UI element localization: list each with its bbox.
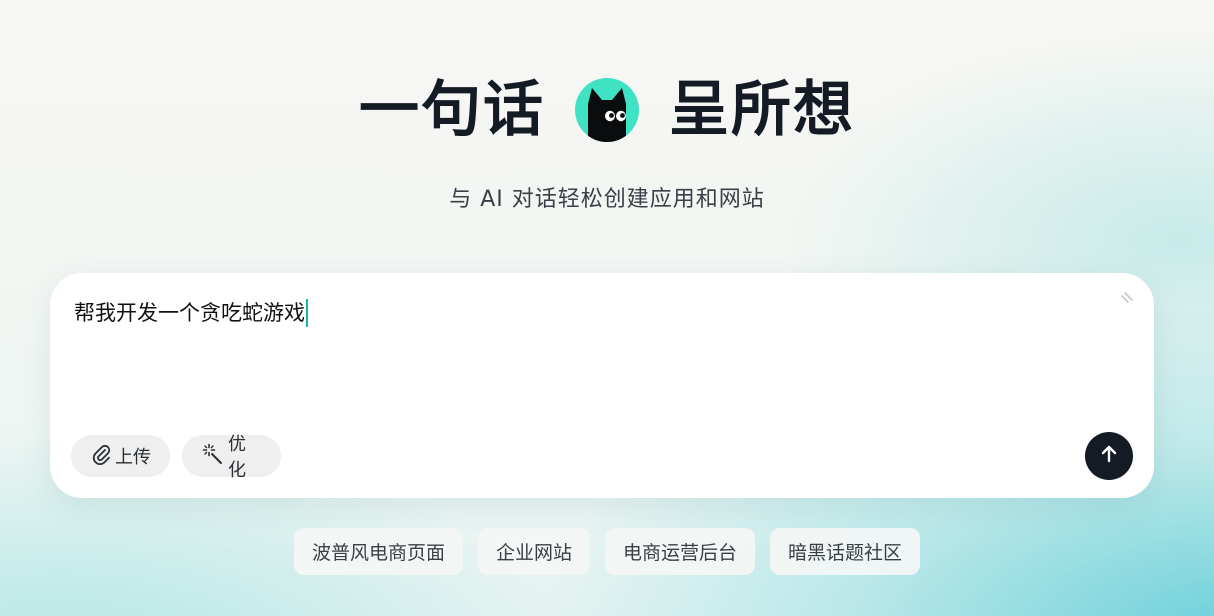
prompt-composer: 帮我开发一个贪吃蛇游戏 上传 优化 — [50, 273, 1154, 498]
subtitle: 与 AI 对话轻松创建应用和网站 — [449, 187, 765, 212]
hero-title: 一句话 呈所想 — [0, 72, 1214, 148]
black-cat-icon — [575, 78, 639, 142]
suggestion-chip[interactable]: 暗黑话题社区 — [770, 528, 921, 575]
paperclip-icon — [91, 443, 111, 470]
suggestion-chip[interactable]: 企业网站 — [477, 528, 590, 575]
magic-wand-icon — [202, 443, 224, 470]
send-button[interactable] — [1085, 432, 1133, 480]
arrow-up-icon — [1099, 444, 1119, 468]
suggestion-chip[interactable]: 波普风电商页面 — [293, 528, 463, 575]
resize-handle-icon[interactable] — [1120, 289, 1134, 303]
upload-button[interactable]: 上传 — [71, 435, 170, 477]
suggestion-list: 波普风电商页面 企业网站 电商运营后台 暗黑话题社区 — [0, 528, 1214, 575]
text-caret — [306, 299, 308, 327]
suggestion-chip[interactable]: 电商运营后台 — [605, 528, 756, 575]
title-left-text: 一句话 — [359, 75, 545, 145]
prompt-input-value: 帮我开发一个贪吃蛇游戏 — [74, 301, 305, 325]
title-right-text: 呈所想 — [669, 75, 855, 145]
optimize-button[interactable]: 优化 — [182, 434, 281, 481]
optimize-button-label: 优化 — [228, 434, 246, 481]
upload-button-label: 上传 — [115, 447, 151, 468]
prompt-input[interactable]: 帮我开发一个贪吃蛇游戏 — [74, 297, 308, 329]
